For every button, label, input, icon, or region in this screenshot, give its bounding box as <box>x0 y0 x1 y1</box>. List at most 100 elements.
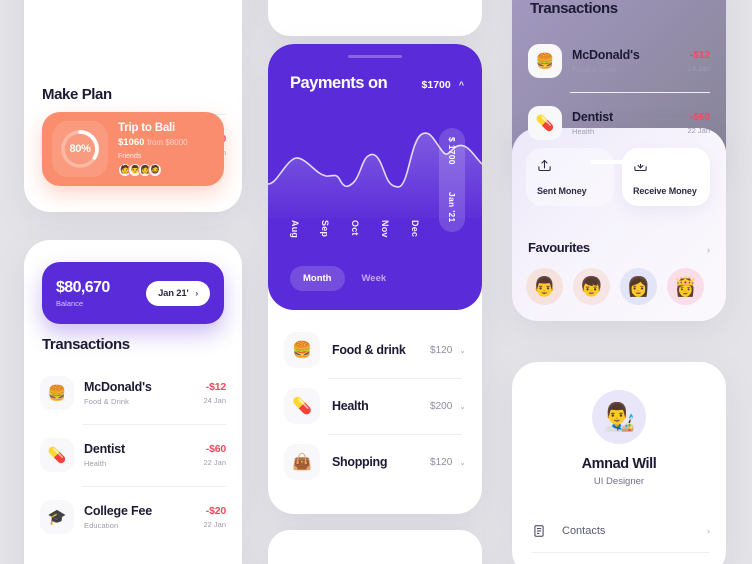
category-amount: $200 <box>430 400 453 412</box>
transaction-right: -$12 24 Jan <box>687 49 710 73</box>
chart-x-tick: Aug <box>290 220 300 239</box>
chart-highlight-tooltip: $ 1700 Jan '21 <box>439 128 465 232</box>
plan-friends-avatars[interactable]: 🧑 👨 👩 🧔 <box>118 162 214 177</box>
category-row[interactable]: 👜 Shopping $120 ⌄ <box>284 434 466 490</box>
burger-icon: 🍔 <box>284 332 320 368</box>
transaction-main: McDonald's Food & Drink <box>572 48 687 75</box>
favourites-chevron-right-icon[interactable]: › <box>707 245 710 255</box>
profile-role: UI Designer <box>593 476 645 487</box>
right-top-card: Transactions 🍔 McDonald's Food & Drink -$12… <box>512 0 726 172</box>
profile-card: 👨‍🎨 Amnad Will UI Designer Contacts › <box>512 362 726 564</box>
period-label: Jan 21' <box>158 287 189 299</box>
middle-top-card-stub <box>268 0 482 36</box>
transaction-amount: -$12 <box>205 381 226 393</box>
transaction-row[interactable]: 💊 Dentist Health -$60 22 Jan <box>40 424 226 486</box>
contacts-icon <box>532 524 554 538</box>
chevron-down-icon[interactable]: ⌄ <box>459 346 466 355</box>
chart-total-selector[interactable]: $1700 ^ <box>422 79 464 91</box>
chevron-right-icon: › <box>195 288 199 298</box>
make-plan-card[interactable]: 80% Trip to Bali $1060 from $8000 Friend… <box>42 112 224 186</box>
transaction-main: McDonald's Food & Drink <box>84 380 203 407</box>
transactions-heading: Transactions <box>42 336 130 353</box>
category-name: Shopping <box>332 455 388 469</box>
transaction-right: -$20 22 Jan <box>203 505 226 529</box>
favourite-avatar[interactable]: 👩 <box>620 268 657 305</box>
transaction-amount: -$12 <box>689 49 710 61</box>
transaction-date: 22 Jan <box>203 520 226 529</box>
category-row[interactable]: 💊 Health $200 ⌄ <box>284 378 466 434</box>
highlight-period: Jan '21 <box>447 192 457 223</box>
favourite-avatar[interactable]: 👸 <box>667 268 704 305</box>
pill-icon: 💊 <box>284 388 320 424</box>
category-amount: $120 <box>430 456 453 468</box>
highlight-amount: $ 1700 <box>447 137 457 165</box>
left-bottom-card: $80,670 Balance Jan 21' › Transactions 🍔… <box>24 240 242 564</box>
chevron-right-icon: › <box>707 526 710 536</box>
sent-money-label: Sent Money <box>537 186 587 196</box>
avatar[interactable]: 👨‍🎨 <box>592 390 646 444</box>
transaction-date: 22 Jan <box>203 458 226 467</box>
home-indicator <box>590 160 648 164</box>
transaction-category: Food & Drink <box>572 65 617 75</box>
range-option-week[interactable]: Week <box>349 266 400 291</box>
chart-range-toggle[interactable]: Month Week <box>290 266 399 291</box>
favourites-avatar-row: 👨 👦 👩 👸 <box>526 268 704 305</box>
transaction-title: McDonald's <box>572 47 640 62</box>
period-selector-button[interactable]: Jan 21' › <box>146 280 210 306</box>
menu-item-label: Contacts <box>562 525 606 537</box>
receive-money-tile[interactable]: Receive Money <box>622 148 710 206</box>
plan-friends-label: Friends <box>118 152 142 160</box>
right-transaction-list: 🍔 McDonald's Food & Drink -$12 24 Jan 💊 Dentis… <box>512 30 726 154</box>
burger-icon: 🍔 <box>40 376 74 410</box>
balance-text-group: $80,670 Balance <box>56 279 110 308</box>
chart-x-tick: Oct <box>350 220 360 236</box>
transaction-row[interactable]: 💊 Dentist Health -$60 22 Jan <box>528 92 710 154</box>
plan-amount: $1060 from $8000 <box>118 137 214 148</box>
transaction-right: -$60 22 Jan <box>687 111 710 135</box>
menu-item-contacts[interactable]: Contacts › <box>532 514 710 548</box>
category-amount: $120 <box>430 344 453 356</box>
transaction-main: College Fee Education <box>84 504 203 531</box>
chevron-down-icon[interactable]: ⌄ <box>459 402 466 411</box>
category-row[interactable]: 🍔 Food & drink $120 ⌄ <box>284 322 466 378</box>
transaction-date: 24 Jan <box>687 64 710 73</box>
plan-info: Trip to Bali $1060 from $8000 Friends 🧑 👨… <box>118 122 214 177</box>
transaction-row[interactable]: 🎓 College Fee Education -$20 22 Jan <box>40 486 226 548</box>
chart-total-amount: $1700 <box>421 79 451 91</box>
transaction-right: -$60 22 Jan <box>203 443 226 467</box>
middle-bottom-card-stub <box>268 530 482 564</box>
drag-handle[interactable] <box>348 55 402 58</box>
chart-title: Payments on <box>290 74 388 92</box>
chevron-down-icon[interactable]: ⌄ <box>459 458 466 467</box>
favourite-avatar[interactable]: 👨 <box>526 268 563 305</box>
balance-amount: $80,670 <box>56 278 110 296</box>
plan-goal: from $8000 <box>147 137 188 147</box>
plan-trip-name: Trip to Bali <box>118 121 176 134</box>
friend-avatar[interactable]: 🧔 <box>148 162 162 177</box>
transaction-row[interactable]: 🍔 McDonald's Food & Drink -$12 24 Jan <box>40 362 226 424</box>
actions-favourites-card: Sent Money Receive Money Favourites › 👨 👦… <box>512 128 726 321</box>
chart-x-tick: Dec <box>410 220 420 238</box>
transaction-main: Dentist Health <box>84 442 203 469</box>
transaction-title: College Fee <box>84 503 152 518</box>
transaction-row[interactable]: 🍔 McDonald's Food & Drink -$12 24 Jan <box>528 30 710 92</box>
transaction-category: Food & Drink <box>84 397 129 407</box>
transaction-category: Health <box>84 459 107 469</box>
transaction-title: Dentist <box>572 109 613 124</box>
chart-x-tick: Sep <box>320 220 330 238</box>
sent-money-tile[interactable]: Sent Money <box>526 148 614 206</box>
favourite-avatar[interactable]: 👦 <box>573 268 610 305</box>
transaction-amount: -$60 <box>689 111 710 123</box>
balance-label: Balance <box>56 298 84 308</box>
make-plan-heading: Make Plan <box>42 86 112 103</box>
range-option-month[interactable]: Month <box>290 266 345 291</box>
payments-chart-panel: Payments on $1700 ^ Aug Sep Oct Nov Dec Jan '… <box>268 44 482 310</box>
transaction-date: 22 Jan <box>687 126 710 135</box>
category-name: Health <box>332 399 369 413</box>
chart-x-tick: Nov <box>380 220 390 238</box>
menu-divider <box>532 552 710 553</box>
handbag-icon: 👜 <box>284 444 320 480</box>
pill-icon: 💊 <box>528 106 562 140</box>
transaction-right: -$12 24 Jan <box>203 381 226 405</box>
transaction-main: Dentist Health <box>572 110 687 137</box>
